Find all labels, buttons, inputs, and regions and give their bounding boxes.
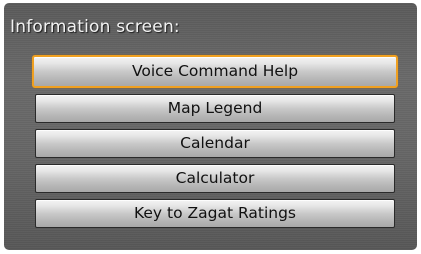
information-menu: Voice Command Help Map Legend Calendar C… xyxy=(32,55,398,234)
information-screen: Information screen: Voice Command Help M… xyxy=(4,3,417,250)
calendar-button[interactable]: Calendar xyxy=(35,129,395,158)
screen-title: Information screen: xyxy=(10,17,180,37)
voice-command-help-button[interactable]: Voice Command Help xyxy=(32,55,398,88)
key-to-zagat-ratings-button[interactable]: Key to Zagat Ratings xyxy=(35,199,395,228)
calculator-button[interactable]: Calculator xyxy=(35,164,395,193)
map-legend-button[interactable]: Map Legend xyxy=(35,94,395,123)
